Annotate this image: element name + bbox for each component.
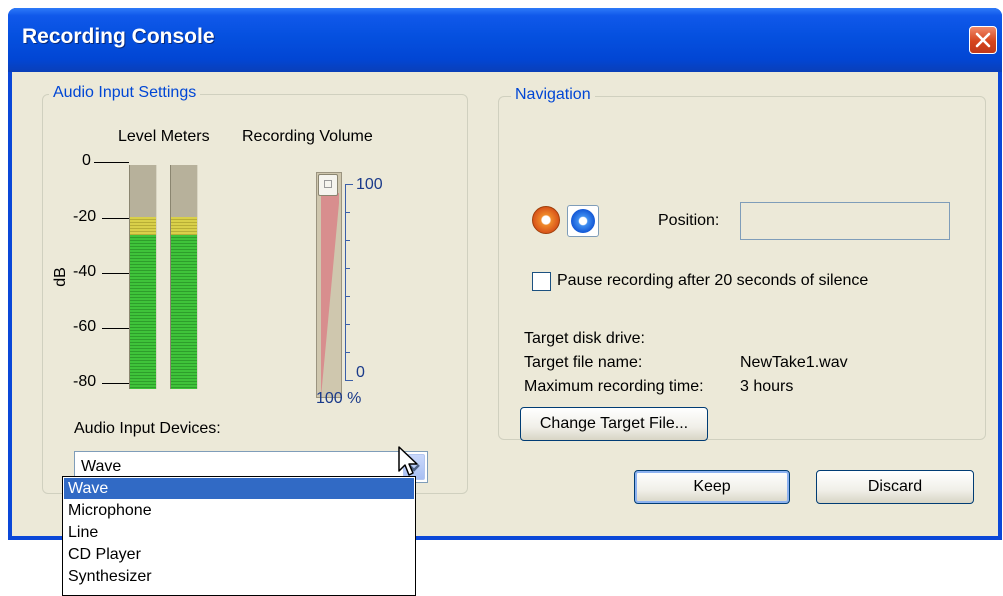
meter-level-segment — [130, 235, 156, 389]
volume-min-label: 0 — [356, 364, 365, 381]
device-option-line[interactable]: Line — [64, 522, 414, 543]
device-option-synthesizer[interactable]: Synthesizer — [64, 566, 414, 587]
meter-peak-segment — [171, 217, 197, 235]
stop-button[interactable] — [567, 205, 599, 237]
close-button[interactable] — [969, 26, 997, 54]
pause-recording-label: Pause recording after 20 seconds of sile… — [557, 272, 869, 289]
device-option-microphone[interactable]: Microphone — [64, 500, 414, 521]
volume-scale-tick — [345, 352, 350, 353]
db-tick-mark — [102, 273, 129, 274]
position-field[interactable] — [740, 202, 950, 240]
volume-scale-tick — [345, 212, 350, 213]
audio-input-settings-title: Audio Input Settings — [49, 84, 201, 102]
volume-ramp — [321, 193, 339, 397]
db-unit-label: dB — [51, 267, 69, 287]
meter-level-segment — [171, 235, 197, 389]
meter-peak-segment — [130, 217, 156, 235]
change-target-file-button[interactable]: Change Target File... — [520, 407, 708, 441]
close-icon — [975, 32, 991, 48]
db-tick-mark — [102, 218, 129, 219]
target-file-value: NewTake1.wav — [740, 354, 848, 371]
position-label: Position: — [658, 212, 720, 229]
title-bar[interactable]: Recording Console — [8, 8, 1002, 72]
db-tick-80: -80 — [73, 373, 97, 390]
volume-scale-tick — [345, 240, 350, 241]
selected-device: Wave — [81, 458, 122, 475]
stop-icon — [571, 209, 595, 233]
db-tick-20: -20 — [73, 208, 97, 225]
volume-scale-tick — [345, 324, 350, 325]
db-tick-40: -40 — [73, 263, 97, 280]
db-tick-mark — [94, 162, 129, 163]
volume-scale-tick — [345, 268, 350, 269]
recording-volume-slider[interactable] — [316, 172, 342, 398]
db-tick-mark — [102, 328, 129, 329]
navigation-title: Navigation — [511, 86, 595, 104]
max-recording-time-value: 3 hours — [740, 378, 794, 395]
db-tick-mark — [102, 383, 129, 384]
discard-button[interactable]: Discard — [816, 470, 974, 504]
pause-recording-checkbox[interactable] — [532, 272, 551, 291]
device-option-wave[interactable]: Wave — [64, 478, 414, 499]
keep-button[interactable]: Keep — [634, 470, 790, 504]
recording-console-window: Recording Console Audio Input Settings L… — [8, 8, 1002, 540]
db-tick-60: -60 — [73, 318, 97, 335]
volume-scale-tick — [345, 296, 350, 297]
volume-slider-thumb[interactable] — [318, 174, 338, 196]
max-recording-time-label: Maximum recording time: — [524, 378, 704, 395]
window-title: Recording Console — [22, 25, 215, 48]
level-meter-right — [170, 165, 198, 389]
target-file-label: Target file name: — [524, 354, 643, 371]
target-disk-label: Target disk drive: — [524, 330, 645, 347]
recording-volume-label: Recording Volume — [242, 128, 373, 145]
level-meters-label: Level Meters — [118, 128, 210, 145]
volume-readout: 100 % — [316, 390, 362, 407]
device-option-cd-player[interactable]: CD Player — [64, 544, 414, 565]
db-tick-0: 0 — [82, 152, 91, 169]
volume-max-label: 100 — [356, 176, 383, 193]
mouse-pointer-icon — [398, 446, 418, 476]
volume-scale-tick — [345, 380, 353, 381]
audio-input-devices-label: Audio Input Devices: — [74, 420, 221, 437]
volume-scale-tick — [345, 184, 353, 185]
level-meter-left — [129, 165, 157, 389]
dialog-body: Audio Input Settings Level Meters Record… — [12, 72, 998, 536]
record-icon[interactable] — [532, 206, 560, 234]
audio-input-device-list[interactable]: Wave Microphone Line CD Player Synthesiz… — [62, 476, 416, 596]
